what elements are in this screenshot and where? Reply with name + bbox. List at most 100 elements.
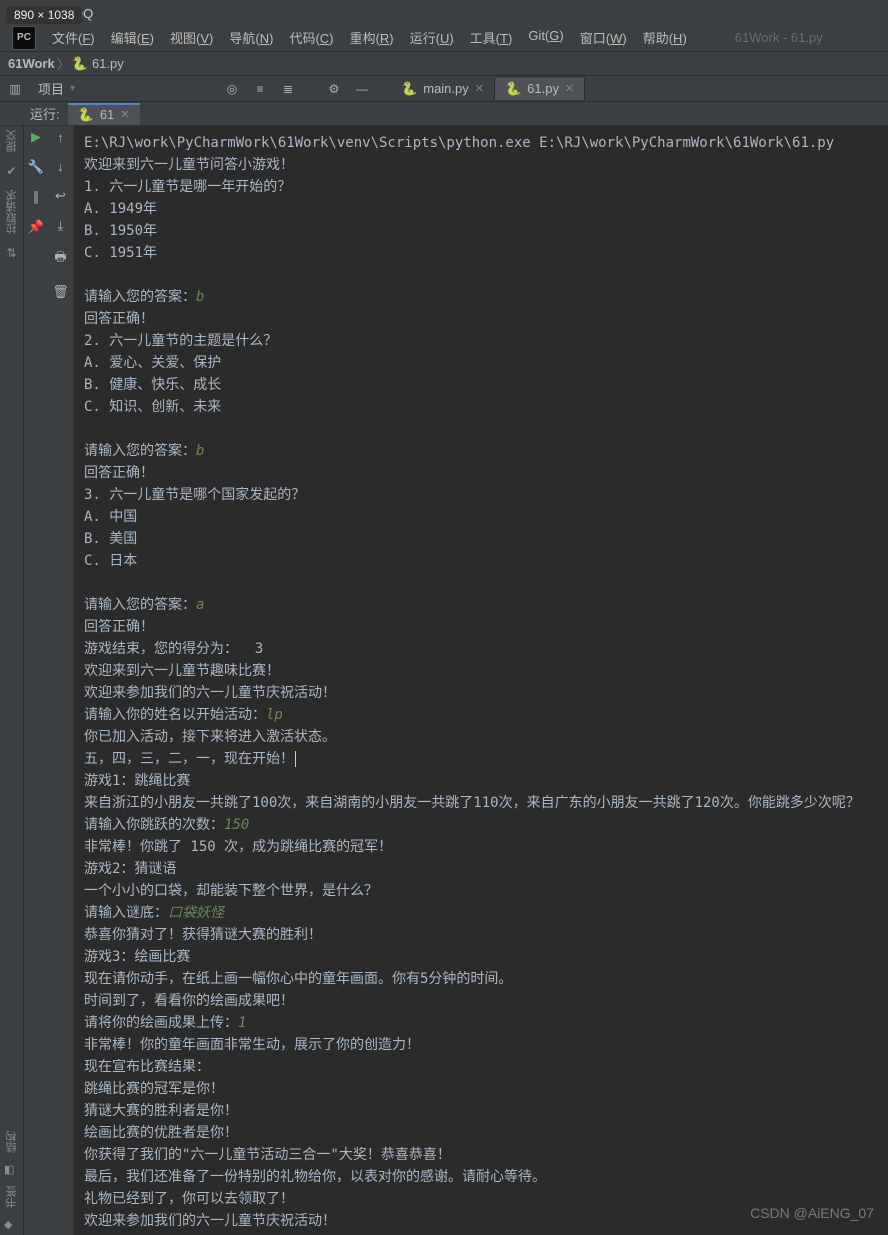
console-line: 你已加入活动，接下来将进入激活状态。 <box>84 726 878 748</box>
gear-icon[interactable]: ⚙ <box>325 82 343 96</box>
console-line: C. 1951年 <box>84 242 878 264</box>
console-line: 游戏结束，您的得分为： 3 <box>84 638 878 660</box>
console-line: 游戏1：跳绳比赛 <box>84 770 878 792</box>
clear-all-icon[interactable]: 🗑 <box>52 284 69 300</box>
console-line: 请输入您的答案：b <box>84 286 878 308</box>
print-icon[interactable]: 🖶 <box>54 248 66 270</box>
pull-request-icon[interactable]: ⇅ <box>6 246 16 260</box>
project-tool-icon[interactable]: ▥ <box>4 78 26 100</box>
pull-requests-tool-label[interactable]: 拉取请求 <box>4 190 20 234</box>
image-size-badge: 890 × 1038 <box>6 6 82 24</box>
step-up-icon[interactable]: ↑ <box>57 130 64 145</box>
console-line: 非常棒！你的童年画面非常生动，展示了你的创造力！ <box>84 1034 878 1056</box>
breadcrumb-bar: 61Work 〉 🐍 61.py <box>0 52 888 76</box>
structure-icon[interactable]: ◧ <box>4 1163 24 1176</box>
commit-tool-label[interactable]: 提交 <box>4 130 20 152</box>
rerun-icon[interactable]: ▶ <box>29 130 43 144</box>
console-line: 时间到了，看看你的绘画成果吧！ <box>84 990 878 1012</box>
select-opened-file-icon[interactable]: ◎ <box>223 82 241 96</box>
console-line: B. 美国 <box>84 528 878 550</box>
console-line: 回答正确！ <box>84 308 878 330</box>
console-line: 跳绳比赛的冠军是你！ <box>84 1078 878 1100</box>
console-line: A. 爱心、关爱、保护 <box>84 352 878 374</box>
close-run-tab-icon[interactable]: ✕ <box>120 108 129 121</box>
run-tool-header: 运行: 🐍 61 ✕ <box>0 102 888 126</box>
console-line: 猜谜大赛的胜利者是你！ <box>84 1100 878 1122</box>
console-line: 请输入谜底：口袋妖怪 <box>84 902 878 924</box>
console-line: C. 日本 <box>84 550 878 572</box>
menu-item-5[interactable]: 重构(R) <box>342 28 402 47</box>
chevron-down-icon: ▾ <box>70 83 75 94</box>
scroll-to-end-icon[interactable]: ⤓ <box>58 218 64 234</box>
menu-item-7[interactable]: 工具(T) <box>462 28 521 47</box>
hide-icon[interactable]: — <box>353 82 371 96</box>
collapse-all-icon[interactable]: ≣ <box>279 82 297 96</box>
console-line: C. 知识、创新、未来 <box>84 396 878 418</box>
console-line: 来自浙江的小朋友一共跳了100次，来自湖南的小朋友一共跳了110次，来自广东的小… <box>84 792 878 814</box>
pin-icon[interactable]: 📌 <box>29 220 43 234</box>
commit-icon[interactable]: ✔ <box>6 164 16 178</box>
console-line: 你获得了我们的"六一儿童节活动三合一"大奖！恭喜恭喜！ <box>84 1144 878 1166</box>
structure-tool-label[interactable]: 结构 <box>4 1131 24 1153</box>
console-line: 回答正确！ <box>84 462 878 484</box>
console-line <box>84 418 878 440</box>
python-file-icon: 🐍 <box>72 56 88 72</box>
console-line: 请输入您的答案：b <box>84 440 878 462</box>
breadcrumb-separator: 〉 <box>57 54 70 73</box>
step-down-icon[interactable]: ↓ <box>57 159 64 174</box>
close-tab-icon[interactable]: ✕ <box>475 82 484 95</box>
console-line: 最后，我们还准备了一份特别的礼物给你，以表对你的感谢。请耐心等待。 <box>84 1166 878 1188</box>
console-action-gutter: ↑ ↓ ↩ ⤓ 🖶 🗑 <box>48 126 74 1235</box>
menu-item-9[interactable]: 窗口(W) <box>572 28 635 47</box>
console-line: 3. 六一儿童节是哪个国家发起的？ <box>84 484 878 506</box>
console-line: 1. 六一儿童节是哪一年开始的？ <box>84 176 878 198</box>
stop-icon[interactable]: ∥ <box>29 190 43 204</box>
console-line: 现在请你动手，在纸上画一幅你心中的童年画面。你有5分钟的时间。 <box>84 968 878 990</box>
console-line: 非常棒！你跳了 150 次，成为跳绳比赛的冠军！ <box>84 836 878 858</box>
console-line: 欢迎来参加我们的六一儿童节庆祝活动！ <box>84 682 878 704</box>
menu-item-8[interactable]: Git(G) <box>520 28 571 47</box>
bookmarks-tool-label[interactable]: 书签 <box>4 1186 24 1208</box>
console-line: 回答正确！ <box>84 616 878 638</box>
close-tab-icon[interactable]: ✕ <box>565 82 574 95</box>
breadcrumb-project[interactable]: 61Work <box>8 56 55 71</box>
console-line: 恭喜你猜对了！获得猜谜大赛的胜利！ <box>84 924 878 946</box>
left-side-strip: 提交 ✔ 拉取请求 ⇅ <box>0 126 24 1235</box>
python-file-icon: 🐍 <box>401 81 417 97</box>
menu-item-0[interactable]: 文件(F) <box>44 28 103 47</box>
console-line: B. 1950年 <box>84 220 878 242</box>
console-output[interactable]: E:\RJ\work\PyCharmWork\61Work\venv\Scrip… <box>74 126 888 1235</box>
menu-item-2[interactable]: 视图(V) <box>162 28 221 47</box>
menu-item-6[interactable]: 运行(U) <box>402 28 462 47</box>
console-line: 现在宣布比赛结果： <box>84 1056 878 1078</box>
editor-tab-main-py[interactable]: 🐍main.py✕ <box>391 78 495 100</box>
tool-settings-icon[interactable]: 🔧 <box>29 160 43 174</box>
expand-all-icon[interactable]: ≡ <box>251 82 269 96</box>
python-file-icon: 🐍 <box>505 81 521 97</box>
menu-item-4[interactable]: 代码(C) <box>281 28 341 47</box>
console-line: 欢迎来到六一儿童节趣味比赛！ <box>84 660 878 682</box>
csdn-watermark: CSDN @AiENG_07 <box>750 1205 874 1221</box>
console-line: 请输入您的答案：a <box>84 594 878 616</box>
menu-item-3[interactable]: 导航(N) <box>221 28 281 47</box>
run-config-tab[interactable]: 🐍 61 ✕ <box>68 103 140 125</box>
console-line: A. 中国 <box>84 506 878 528</box>
console-line: 请输入你跳跃的次数：150 <box>84 814 878 836</box>
console-line: 请将你的绘画成果上传：1 <box>84 1012 878 1034</box>
editor-tab-61-py[interactable]: 🐍61.py✕ <box>495 78 585 100</box>
run-action-gutter: ▶ 🔧 ∥ 📌 <box>24 126 48 1235</box>
bookmark-icon[interactable]: ◆ <box>4 1218 24 1231</box>
console-line: B. 健康、快乐、成长 <box>84 374 878 396</box>
console-line: 五，四，三，二，一，现在开始！ <box>84 748 878 770</box>
console-line: 绘画比赛的优胜者是你！ <box>84 1122 878 1144</box>
soft-wrap-icon[interactable]: ↩ <box>55 188 66 204</box>
breadcrumb-file[interactable]: 61.py <box>92 56 124 71</box>
menu-item-10[interactable]: 帮助(H) <box>635 28 695 47</box>
bottom-side-strip: 结构 ◧ 书签 ◆ <box>4 1131 24 1231</box>
console-line: 游戏2：猜谜语 <box>84 858 878 880</box>
menu-item-1[interactable]: 编辑(E) <box>103 28 162 47</box>
project-dropdown[interactable]: 项目 ▾ <box>30 79 83 98</box>
window-project-label: 61Work - 61.py <box>735 30 823 45</box>
console-line: 游戏3：绘画比赛 <box>84 946 878 968</box>
console-line: 请输入你的姓名以开始活动：lp <box>84 704 878 726</box>
